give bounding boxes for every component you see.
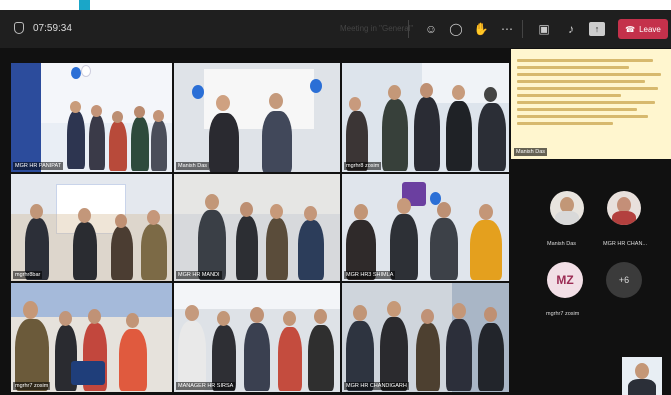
camera-icon[interactable]: ▣ (536, 22, 552, 36)
video-tile[interactable]: mgrhr7 zosim (11, 283, 172, 392)
people-icon[interactable]: ☺ (423, 22, 439, 36)
participant-name: mgrhr8bar (13, 271, 43, 279)
participant-name: Manish Das (547, 241, 577, 247)
accent-strip (79, 0, 90, 10)
participant-avatar[interactable] (550, 191, 584, 225)
participant-name: MGR HR MANDI (176, 271, 222, 279)
video-tile[interactable]: MGR HR PANIPAT (11, 63, 172, 172)
participant-name: MGR HR PANIPAT (13, 162, 64, 170)
video-tile[interactable]: Manish Das (174, 63, 340, 172)
more-icon[interactable]: ⋯ (499, 22, 515, 36)
video-tile[interactable]: MANAGER HR SIRSA (174, 283, 340, 392)
chat-icon[interactable]: ◯ (448, 22, 464, 36)
presenter-name: Manish Das (514, 148, 548, 156)
participant-name: mgrhr7 zosim (546, 311, 580, 317)
participant-name: MGR HR3 SHIMLA (344, 271, 396, 279)
meeting-toolbar: 07:59:34 Meeting in "General" ☺ ◯ ✋ ⋯ ▣ … (0, 10, 671, 48)
participant-name: MGR HR CHANDIGARH (344, 382, 409, 390)
more-participants-button[interactable]: +6 (606, 262, 642, 298)
video-tile[interactable]: mgrhr8 zosim (342, 63, 509, 172)
video-tile[interactable]: MGR HR MANDI (174, 174, 340, 281)
reactions-icon[interactable]: ✋ (473, 22, 489, 36)
meeting-timer: 07:59:34 (33, 23, 72, 34)
video-tile[interactable]: mgrhr8bar (11, 174, 172, 281)
participant-name: MANAGER HR SIRSA (176, 382, 236, 390)
participant-name: mgrhr7 zosim (13, 382, 51, 390)
meeting-title: Meeting in "General" (340, 24, 414, 33)
video-tile[interactable]: MGR HR3 SHIMLA (342, 174, 509, 281)
mic-icon[interactable]: ♪ (563, 22, 579, 36)
shield-icon (14, 22, 24, 34)
participant-initials-avatar[interactable]: MZ (547, 262, 583, 298)
toolbar-divider (408, 20, 409, 38)
video-tile[interactable]: MGR HR CHANDIGARH (342, 283, 509, 392)
leave-label: Leave (639, 24, 661, 34)
toolbar-divider (522, 20, 523, 38)
participant-name: Manish Das (176, 162, 210, 170)
self-view[interactable] (622, 357, 662, 395)
participant-name: MGR HR CHAN... (603, 241, 647, 247)
phone-icon: ☎ (625, 24, 636, 34)
leave-button[interactable]: ☎ Leave (618, 19, 668, 39)
shared-content[interactable]: Manish Das (511, 49, 671, 159)
share-icon[interactable]: ↑ (589, 22, 605, 36)
participant-name: mgrhr8 zosim (344, 162, 382, 170)
participant-avatar[interactable] (607, 191, 641, 225)
